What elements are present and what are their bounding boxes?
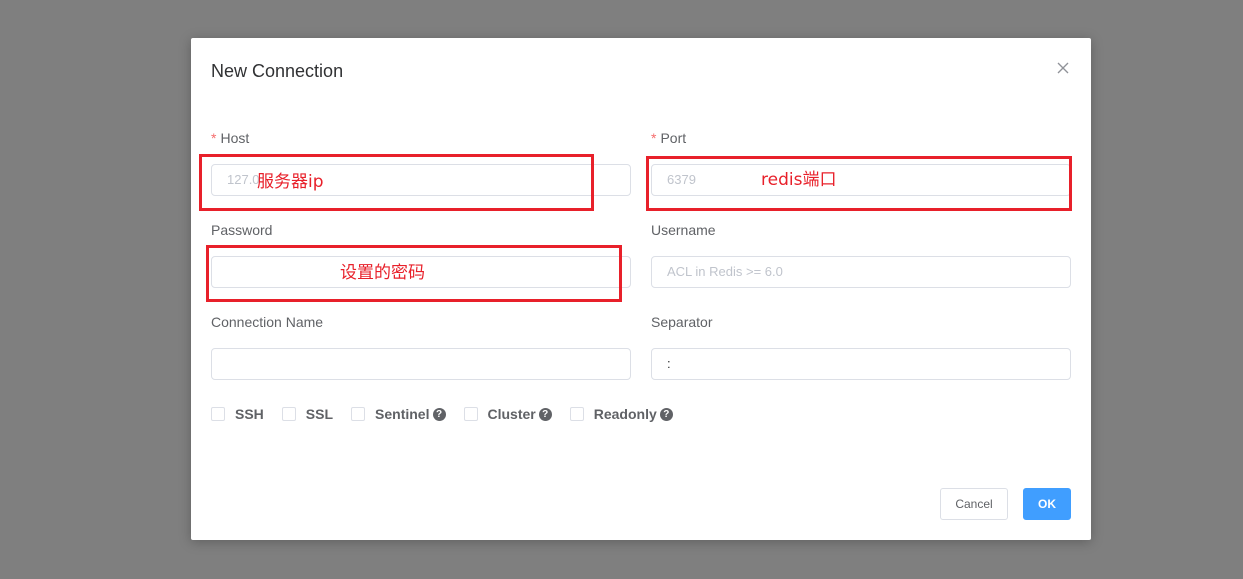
connection-name-input[interactable]: [211, 348, 631, 380]
port-annotation-text: redis端口: [761, 170, 837, 190]
host-label-text: Host: [220, 130, 250, 146]
checkbox[interactable]: [281, 407, 296, 421]
ok-button[interactable]: OK: [1023, 488, 1071, 520]
option-readonly[interactable]: Readonly?: [569, 406, 673, 422]
option-label: Cluster: [487, 406, 536, 422]
connection-options: SSH SSL Sentinel? Cluster? Readonly?: [211, 406, 691, 422]
option-ssl[interactable]: SSL: [281, 406, 334, 422]
cancel-button[interactable]: Cancel: [940, 488, 1008, 520]
username-label: Username: [651, 222, 716, 238]
separator-input[interactable]: :: [651, 348, 1071, 380]
checkbox[interactable]: [211, 407, 225, 421]
option-sentinel[interactable]: Sentinel?: [351, 406, 446, 422]
checkbox[interactable]: [463, 407, 478, 421]
help-icon[interactable]: ?: [659, 407, 673, 421]
password-label: Password: [211, 222, 273, 238]
username-placeholder: ACL in Redis >= 6.0: [667, 264, 783, 279]
option-label: SSH: [235, 406, 264, 422]
checkbox[interactable]: [351, 407, 366, 421]
required-mark: *: [211, 130, 217, 146]
dialog-title: New Connection: [211, 61, 344, 81]
option-label: Sentinel: [375, 406, 430, 422]
required-mark: *: [651, 130, 657, 146]
port-label-text: Port: [660, 130, 687, 146]
username-input[interactable]: ACL in Redis >= 6.0: [651, 256, 1071, 288]
separator-label: Separator: [651, 314, 713, 330]
host-label: * Host: [211, 130, 249, 146]
option-label: SSL: [305, 406, 334, 422]
port-label: * Port: [651, 130, 686, 146]
close-icon[interactable]: [1055, 60, 1071, 76]
option-label: Readonly: [593, 406, 657, 422]
connection-name-label: Connection Name: [211, 314, 324, 330]
password-annotation-text: 设置的密码: [340, 263, 425, 283]
help-icon[interactable]: ?: [538, 407, 552, 421]
port-annotation-box: [646, 156, 1072, 211]
checkbox[interactable]: [569, 407, 584, 421]
help-icon[interactable]: ?: [432, 407, 446, 421]
host-annotation-text: 服务器ip: [257, 172, 324, 192]
option-cluster[interactable]: Cluster?: [463, 406, 552, 422]
separator-value: :: [667, 356, 671, 371]
option-ssh[interactable]: SSH: [211, 406, 264, 422]
